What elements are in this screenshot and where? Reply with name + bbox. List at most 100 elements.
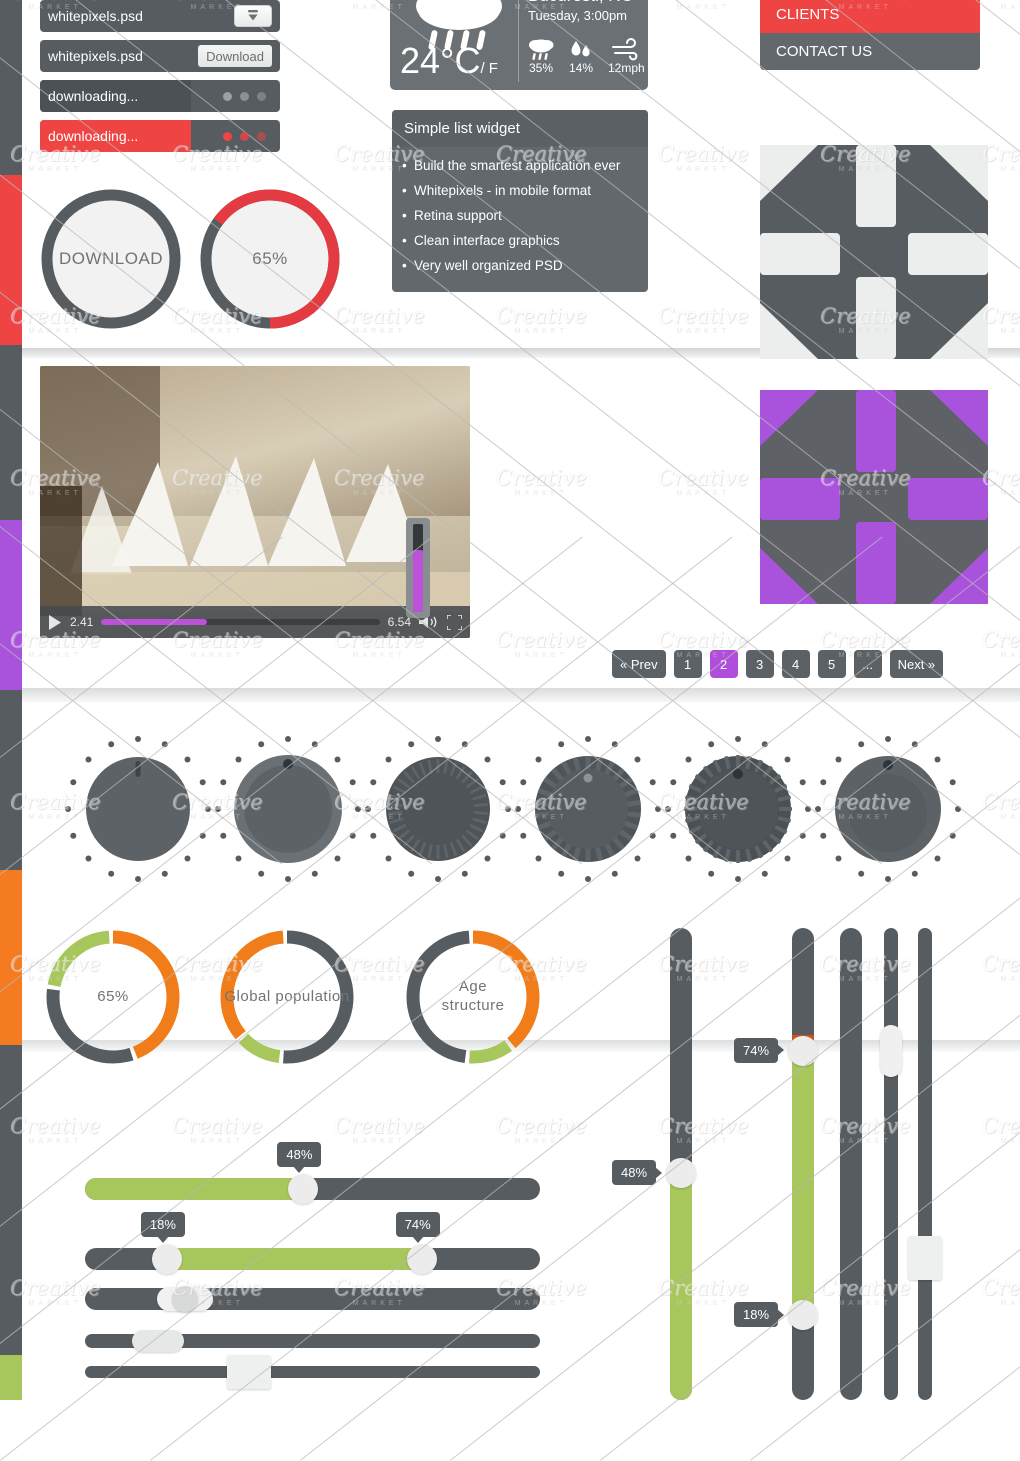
weather-stat-value: 35% [528, 61, 554, 75]
file-row-inner: whitepixels.psd Download [48, 45, 272, 67]
donut-center-label: Global population [212, 922, 362, 1072]
watermark-line1: Creative [982, 1114, 1020, 1138]
watermark-line2: MARKET [514, 1138, 568, 1145]
v-slider-square[interactable] [908, 928, 942, 1400]
cross-pattern-purple [760, 390, 988, 604]
pagination-5[interactable]: 5 [817, 650, 846, 678]
watermark-line1: Creative [982, 1276, 1020, 1300]
weather-divider [518, 0, 519, 82]
weather-stat-value: 14% [568, 61, 594, 75]
watermark-line1: Creative [982, 952, 1020, 976]
loading-dots [223, 131, 272, 141]
strip-gray-2 [0, 345, 22, 520]
h-slider-square[interactable] [85, 1355, 540, 1389]
slider-tooltip: 48% [277, 1142, 322, 1173]
v-slider-74-18[interactable] [788, 928, 818, 1400]
file-name: downloading... [48, 128, 139, 144]
watermark-line2: MARKET [190, 1138, 244, 1145]
pagination-1[interactable]: 1 [673, 650, 702, 678]
video-progress-bar[interactable] [101, 619, 380, 625]
pagination-4[interactable]: 4 [781, 650, 810, 678]
watermark: CreativeMARKET [982, 1276, 1020, 1307]
download-arrow-icon [248, 10, 258, 21]
watermark: CreativeMARKET [172, 1114, 263, 1145]
slider-handle-low[interactable] [151, 1244, 182, 1274]
watermark: CreativeMARKET [10, 1114, 101, 1145]
file-row-inner: whitepixels.psd [48, 5, 272, 27]
play-icon[interactable] [48, 614, 62, 630]
h-slider-48[interactable] [85, 1174, 540, 1204]
list-item: Whitepixels - in mobile format [402, 178, 636, 203]
watermark: CreativeMARKET [982, 628, 1020, 659]
watermark-line2: MARKET [352, 652, 406, 659]
list-widget-title: Simple list widget [392, 110, 648, 147]
video-volume-slider[interactable] [406, 518, 430, 618]
tile-cross-purple[interactable] [760, 390, 988, 604]
slider-range-fill [166, 1248, 422, 1270]
watermark-line2: MARKET [514, 490, 568, 497]
weather-widget: 24°C/ F Bucuresti, RO Tuesday, 3:00pm 35… [390, 0, 648, 90]
watermark-line1: Creative [334, 1114, 425, 1138]
file-row-progress-red[interactable]: downloading... [40, 120, 280, 152]
file-name: downloading... [48, 88, 139, 104]
weather-stats: 35% 14% 12mph [528, 35, 648, 75]
pagination-3[interactable]: 3 [745, 650, 774, 678]
nav-item-contact-us[interactable]: CONTACT US [760, 33, 980, 70]
h-slider-range[interactable] [85, 1244, 540, 1274]
watermark-line2: MARKET [1000, 1300, 1020, 1307]
pagination-2[interactable]: 2 [709, 650, 738, 678]
v-slider-handle-low[interactable] [788, 1300, 818, 1331]
watermark-line1: Creative [496, 628, 587, 652]
pagination-next[interactable]: Next » [889, 650, 944, 678]
file-row-download-text[interactable]: whitepixels.psd Download [40, 40, 280, 72]
strip-green [0, 1355, 22, 1400]
loading-dots [223, 91, 272, 101]
watermark-line2: MARKET [1001, 1138, 1020, 1145]
weather-city: Bucuresti, RO [528, 0, 648, 6]
slider-handle[interactable] [288, 1174, 319, 1204]
v-slider-handle-pill[interactable] [880, 1024, 902, 1077]
file-row-inner: downloading... [48, 88, 272, 104]
loading-dot [257, 131, 266, 141]
donut-label: Age structure [441, 978, 505, 1014]
nav-item-clients[interactable]: CLIENTS [760, 0, 980, 33]
watermark: CreativeMARKET [496, 628, 587, 659]
loading-dot [240, 131, 249, 141]
h-slider-double-knob[interactable] [85, 1286, 540, 1312]
file-row-download-icon[interactable]: whitepixels.psd [40, 0, 280, 32]
droplets-icon [568, 35, 594, 61]
watermark: CreativeMARKET [982, 1114, 1020, 1145]
watermark: CreativeMARKET [334, 1114, 425, 1145]
loading-dot [223, 131, 232, 141]
watermark-line1: Creative [10, 1114, 101, 1138]
list-widget-items: Build the smartest application everWhite… [392, 147, 648, 292]
v-slider-48[interactable] [666, 928, 696, 1400]
strip-purple [0, 520, 22, 690]
watermark: CreativeMARKET [658, 466, 749, 497]
watermark-line2: MARKET [28, 1138, 82, 1145]
download-button[interactable] [234, 5, 272, 27]
v-slider-handle-high[interactable] [788, 1035, 818, 1066]
wind-icon [608, 35, 645, 61]
v-slider-plain[interactable] [840, 928, 862, 1400]
video-current-time: 2.41 [70, 615, 94, 629]
file-row-progress-gray[interactable]: downloading... [40, 80, 280, 112]
video-volume-fill [413, 550, 423, 612]
strip-orange [0, 870, 22, 1045]
list-item: Retina support [402, 203, 636, 228]
strip-gray-1 [0, 0, 22, 175]
watermark-line1: Creative [172, 1114, 263, 1138]
watermark: CreativeMARKET [982, 952, 1020, 983]
strip-red [0, 175, 22, 345]
watermark-line1: Creative [496, 1114, 587, 1138]
download-text-button[interactable]: Download [198, 45, 272, 67]
fullscreen-icon[interactable] [447, 614, 462, 630]
v-slider-handle-square[interactable] [908, 1236, 942, 1281]
loading-dot [223, 91, 232, 101]
slider-fill [85, 1178, 304, 1200]
slider-handle-pill[interactable] [131, 1330, 184, 1352]
list-item: Very well organized PSD [402, 253, 636, 278]
download-circle[interactable]: DOWNLOAD [38, 186, 184, 332]
list-item: Clean interface graphics [402, 228, 636, 253]
simple-list-widget: Simple list widget Build the smartest ap… [392, 110, 648, 292]
